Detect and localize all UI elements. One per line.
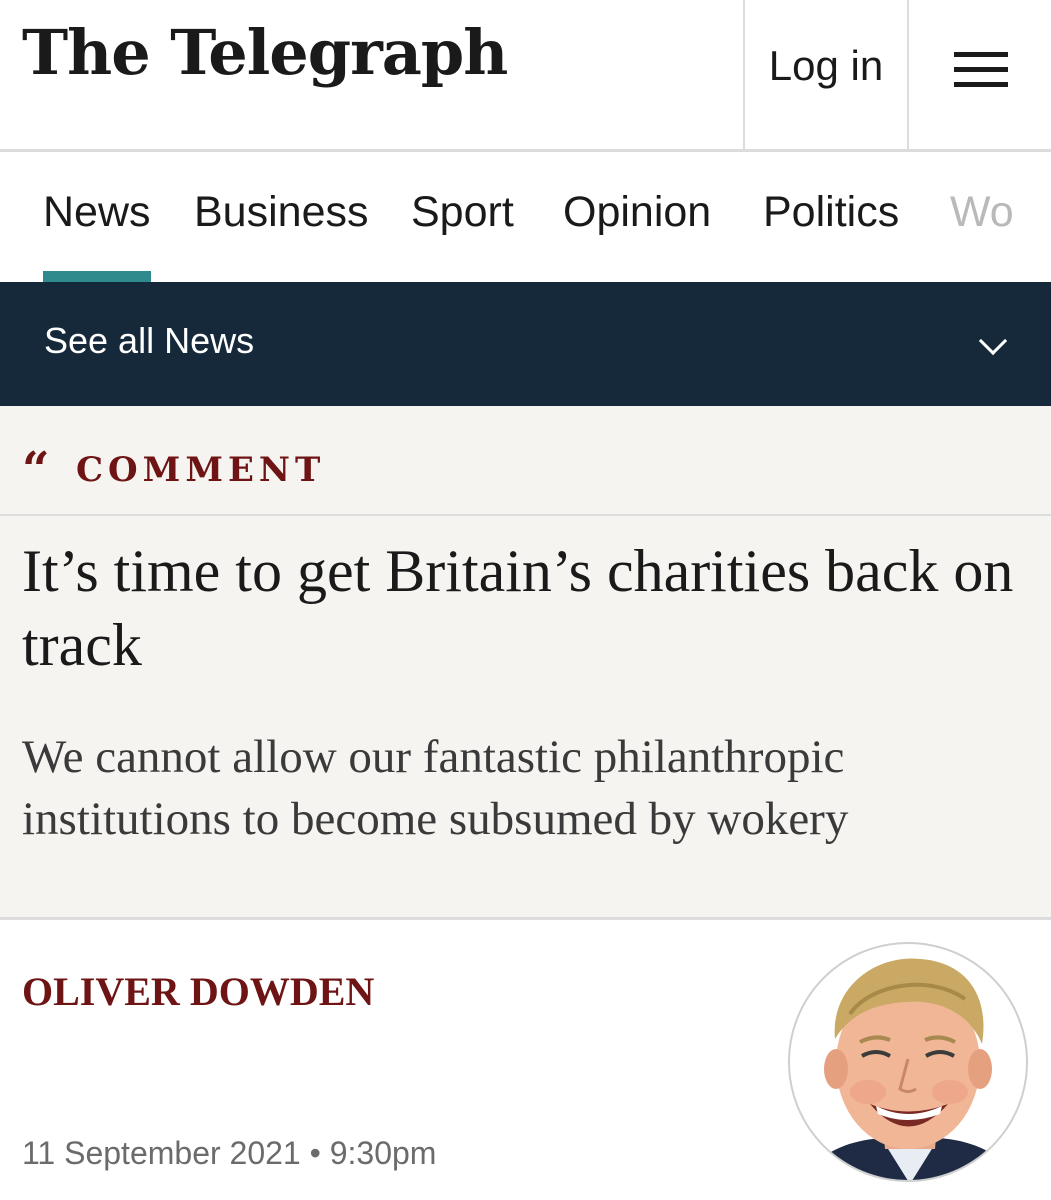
login-button[interactable]: Log in bbox=[743, 0, 909, 149]
article-headline: It’s time to get Britain’s charities bac… bbox=[22, 538, 1014, 678]
active-nav-indicator bbox=[43, 271, 151, 282]
section-label[interactable]: COMMENT bbox=[76, 450, 325, 490]
see-all-news-label: See all News bbox=[44, 320, 255, 361]
byline: OLIVER DOWDEN 11 September 2021 • 9:30pm bbox=[0, 920, 1051, 1200]
quote-icon: “ bbox=[22, 442, 50, 498]
author-avatar bbox=[788, 942, 1028, 1182]
see-all-news-bar[interactable]: See all News bbox=[0, 282, 1051, 406]
telegraph-logo[interactable]: The Telegraph bbox=[22, 22, 508, 84]
article-header: “ COMMENT It’s time to get Britain’s cha… bbox=[0, 406, 1051, 920]
nav-item-opinion[interactable]: Opinion bbox=[563, 188, 711, 237]
divider bbox=[0, 514, 1051, 516]
nav-item-news[interactable]: News bbox=[43, 188, 151, 237]
chevron-down-icon[interactable] bbox=[978, 326, 1008, 356]
hamburger-menu-icon[interactable] bbox=[909, 0, 1051, 149]
nav-item-business[interactable]: Business bbox=[194, 188, 368, 237]
site-header: The Telegraph Log in bbox=[0, 0, 1051, 152]
article-standfirst: We cannot allow our fantastic philanthro… bbox=[22, 731, 849, 845]
nav-item-sport[interactable]: Sport bbox=[411, 188, 514, 237]
nav-item-politics[interactable]: Politics bbox=[763, 188, 899, 237]
author-portrait bbox=[802, 958, 1018, 1180]
publish-date: 11 September 2021 • 9:30pm bbox=[22, 1135, 437, 1171]
author-name[interactable]: OLIVER DOWDEN bbox=[22, 968, 374, 1015]
nav-item-world[interactable]: Wo bbox=[950, 188, 1014, 237]
section-nav: News Business Sport Opinion Politics Wo bbox=[0, 152, 1051, 282]
